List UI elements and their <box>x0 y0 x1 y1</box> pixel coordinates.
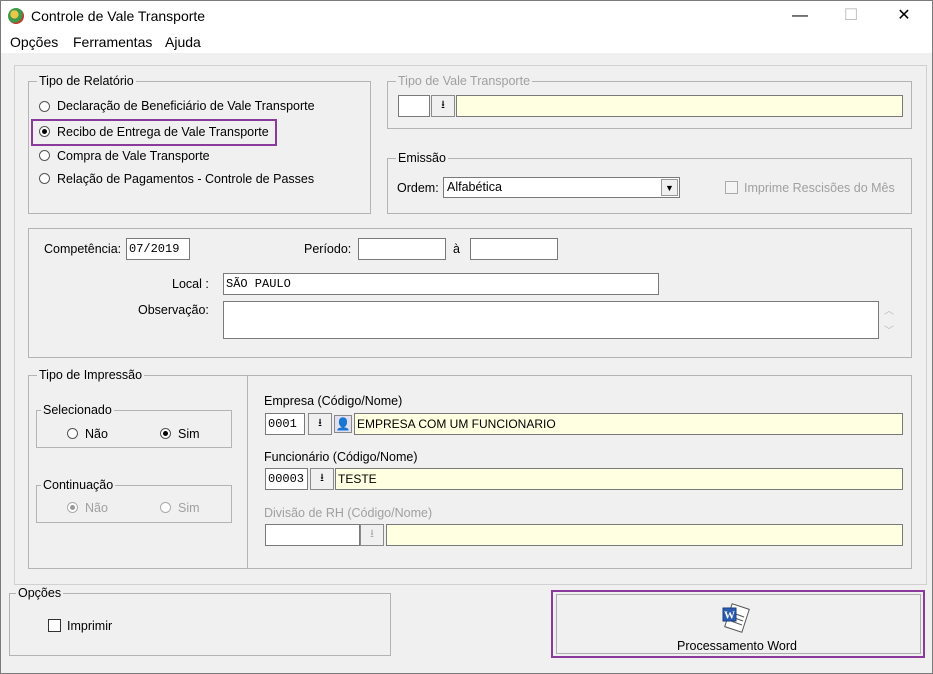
dados-group: Competência: 07/2019 Período: à Local : … <box>28 228 912 358</box>
emissao-group: Emissão Ordem: Alfabética ▼ Imprime Resc… <box>387 151 912 214</box>
scroll-down-icon[interactable]: ﹀ <box>884 322 894 337</box>
imprimir-label: Imprimir <box>67 619 113 633</box>
empresa-lookup-button[interactable]: ⭳ <box>308 413 332 435</box>
word-document-icon: W <box>722 603 750 633</box>
tipo-impressao-legend: Tipo de Impressão <box>37 368 145 382</box>
divisao-lookup-button[interactable]: ⭳ <box>360 524 384 546</box>
periodo-ate-input[interactable] <box>470 238 558 260</box>
tipo-vale-legend: Tipo de Vale Transporte <box>396 74 533 88</box>
selection-highlight <box>31 119 277 146</box>
emissao-legend: Emissão <box>396 151 448 165</box>
person-search-icon[interactable]: 👤 <box>334 415 352 433</box>
local-input[interactable]: SÃO PAULO <box>223 273 659 295</box>
selecionado-nao-label: Não <box>85 427 108 441</box>
selecionado-group: Selecionado Não Sim <box>36 403 232 448</box>
competencia-input[interactable]: 07/2019 <box>126 238 190 260</box>
selecionado-sim-label: Sim <box>178 427 200 441</box>
title-bar: Controle de Vale Transporte — ☐ ✕ <box>1 1 932 31</box>
radio-relacao[interactable] <box>39 173 50 184</box>
radio-compra-label: Compra de Vale Transporte <box>57 149 210 163</box>
main-window: Controle de Vale Transporte — ☐ ✕ Opções… <box>0 0 933 674</box>
download-arrow-icon: ⭳ <box>441 99 445 111</box>
download-arrow-icon: ⭳ <box>320 472 324 484</box>
empresa-name-field: EMPRESA COM UM FUNCIONARIO <box>354 413 903 435</box>
imprime-rescisoes-checkbox[interactable] <box>725 181 738 194</box>
observacao-label: Observação: <box>138 303 209 317</box>
scroll-up-icon[interactable]: ︿ <box>884 302 894 317</box>
tipo-vale-group: Tipo de Vale Transporte ⭳ <box>387 74 912 129</box>
minimize-button[interactable]: — <box>777 1 823 31</box>
continuacao-nao-label: Não <box>85 501 108 515</box>
processamento-word-button[interactable]: W Processamento Word <box>556 594 921 654</box>
selecionado-legend: Selecionado <box>41 403 114 417</box>
imprimir-checkbox[interactable] <box>48 619 61 632</box>
svg-text:W: W <box>724 610 735 622</box>
radio-compra[interactable] <box>39 150 50 161</box>
continuacao-group: Continuação Não Sim <box>36 478 232 523</box>
menu-ferramentas[interactable]: Ferramentas <box>73 34 152 50</box>
radio-declaracao-label: Declaração de Beneficiário de Vale Trans… <box>57 99 315 113</box>
funcionario-lookup-button[interactable]: ⭳ <box>310 468 334 490</box>
local-label: Local : <box>172 277 209 291</box>
continuacao-sim-label: Sim <box>178 501 200 515</box>
funcionario-code-input[interactable]: 00003 <box>265 468 308 490</box>
app-icon <box>8 8 24 24</box>
close-button[interactable]: ✕ <box>881 1 927 31</box>
continuacao-legend: Continuação <box>41 478 116 492</box>
empresa-label: Empresa (Código/Nome) <box>264 394 403 408</box>
opcoes-group: Opções Imprimir <box>9 586 391 656</box>
processamento-word-label: Processamento Word <box>677 639 797 653</box>
tipo-vale-lookup-button[interactable]: ⭳ <box>431 95 455 117</box>
radio-declaracao[interactable] <box>39 101 50 112</box>
divisao-code-input[interactable] <box>265 524 360 546</box>
funcionario-label: Funcionário (Código/Nome) <box>264 450 418 464</box>
divider <box>247 376 248 569</box>
menu-bar: Opções Ferramentas Ajuda <box>1 31 932 53</box>
chevron-down-icon: ▼ <box>661 179 678 196</box>
tipo-vale-name-field <box>456 95 903 117</box>
competencia-label: Competência: <box>44 242 122 256</box>
radio-relacao-label: Relação de Pagamentos - Controle de Pass… <box>57 172 315 186</box>
menu-ajuda[interactable]: Ajuda <box>165 34 201 50</box>
selecionado-sim-radio[interactable] <box>160 428 171 439</box>
menu-opcoes[interactable]: Opções <box>10 34 58 50</box>
maximize-button[interactable]: ☐ <box>828 1 874 31</box>
divisao-name-field <box>386 524 903 546</box>
ordem-select-value: Alfabética <box>447 180 502 194</box>
continuacao-nao-radio[interactable] <box>67 502 78 513</box>
download-arrow-icon: ⭳ <box>370 528 374 540</box>
download-arrow-icon: ⭳ <box>318 417 322 429</box>
tipo-impressao-group: Tipo de Impressão Selecionado Não Sim Co… <box>28 368 912 569</box>
tipo-vale-code-input[interactable] <box>398 95 430 117</box>
funcionario-name-field: TESTE <box>335 468 903 490</box>
tipo-relatorio-group: Tipo de Relatório Declaração de Benefici… <box>28 74 371 214</box>
divisao-label: Divisão de RH (Código/Nome) <box>264 506 433 520</box>
ordem-select[interactable]: Alfabética ▼ <box>443 177 680 198</box>
periodo-de-input[interactable] <box>358 238 446 260</box>
observacao-textarea[interactable] <box>223 301 879 339</box>
periodo-label: Período: <box>304 242 352 256</box>
imprime-rescisoes-label: Imprime Rescisões do Mês <box>744 181 895 195</box>
opcoes-legend: Opções <box>16 586 64 600</box>
continuacao-sim-radio[interactable] <box>160 502 171 513</box>
tipo-relatorio-legend: Tipo de Relatório <box>37 74 136 88</box>
selecionado-nao-radio[interactable] <box>67 428 78 439</box>
periodo-a-label: à <box>453 242 460 256</box>
empresa-code-input[interactable]: 0001 <box>265 413 305 435</box>
ordem-label: Ordem: <box>397 181 439 195</box>
window-title: Controle de Vale Transporte <box>31 8 206 24</box>
